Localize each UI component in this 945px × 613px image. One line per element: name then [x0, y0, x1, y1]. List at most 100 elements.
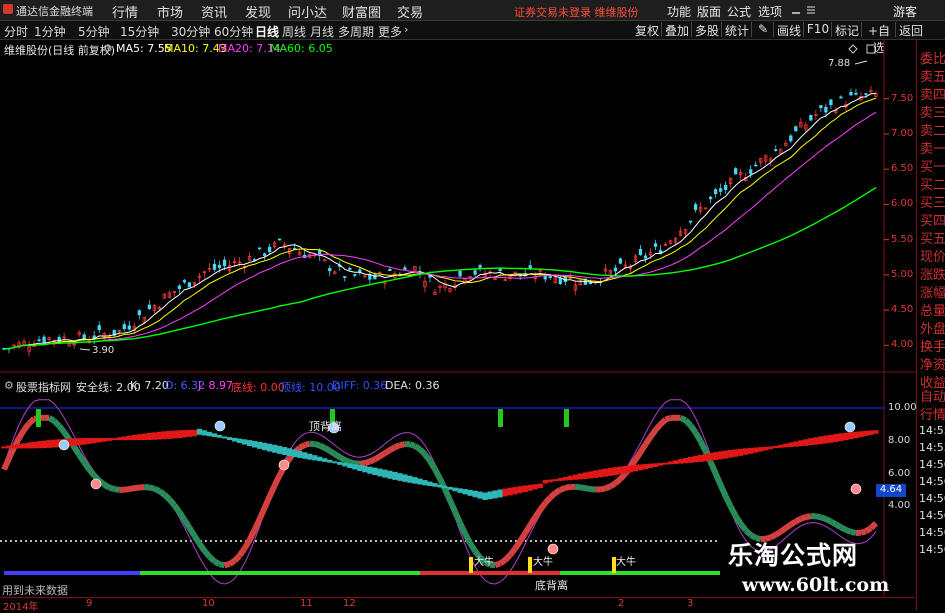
kd-band-segment	[380, 453, 385, 456]
kd-band-segment	[731, 507, 736, 516]
kd-band-segment	[786, 525, 791, 529]
candle-body	[754, 165, 757, 166]
candle-body	[148, 305, 151, 309]
kd-band-segment	[270, 485, 275, 496]
price-tick-0: 4.00	[891, 339, 913, 350]
ma10-line	[4, 98, 876, 349]
kd-band-segment	[350, 462, 355, 463]
kd-band-segment	[661, 420, 666, 424]
quote-label-1: 卖五	[920, 66, 945, 85]
candle-body	[639, 249, 642, 254]
ball-blue-2	[215, 421, 225, 431]
quote-label-9: 买四	[920, 210, 945, 229]
candle-body	[820, 106, 823, 108]
candle-body	[830, 100, 833, 105]
candle-body	[278, 239, 281, 240]
candle-body	[644, 256, 647, 258]
candle-body	[263, 254, 266, 256]
bull-bar-1	[469, 557, 473, 573]
kd-band-segment	[645, 437, 650, 445]
kd-band-segment	[385, 450, 390, 453]
kd-band-segment	[370, 459, 375, 461]
kd-band-segment	[260, 508, 265, 519]
kd-band-segment	[495, 564, 500, 566]
lower-time-5: 14:56	[919, 509, 945, 522]
kd-band-segment	[836, 524, 841, 527]
candle-body	[223, 260, 226, 266]
candle-body	[694, 205, 697, 210]
low-annotation: 3.90	[92, 345, 114, 356]
candle-body	[188, 283, 191, 287]
kd-band-segment	[806, 516, 811, 517]
quote-label-17: 净资	[920, 354, 945, 373]
price-tick-2: 5.00	[891, 269, 913, 280]
high-annotation: 7.88	[828, 58, 850, 69]
quote-label-3: 卖三	[920, 102, 945, 121]
indicator-tick-3: 10.00	[888, 402, 917, 413]
bull-label-1: 大牛	[474, 553, 494, 568]
chart-area[interactable]	[0, 0, 916, 600]
kd-band-segment	[194, 536, 199, 544]
kd-band-segment	[525, 525, 530, 533]
candle-body	[374, 275, 377, 279]
candle-body	[614, 268, 617, 271]
kd-band-segment	[305, 444, 310, 445]
ball-red-4	[851, 484, 861, 494]
quote-label-14: 总量	[920, 300, 945, 319]
candle-body	[734, 169, 737, 174]
price-tick-4: 6.00	[891, 198, 913, 209]
kd-band-segment	[29, 419, 34, 424]
kd-band-segment	[445, 489, 450, 500]
maximize-icon	[867, 45, 875, 53]
kd-band-segment	[746, 530, 751, 535]
kd-band-segment	[686, 420, 691, 425]
kd-band-segment	[59, 426, 64, 432]
month-3: 3	[687, 598, 693, 609]
kd-band-segment	[164, 495, 169, 500]
candle-body	[774, 150, 777, 151]
price-tick-1: 4.50	[891, 304, 913, 315]
signal-bar	[560, 571, 720, 575]
quote-label-5: 卖一	[920, 138, 945, 157]
kd-band-segment	[365, 462, 370, 464]
kd-band-segment	[470, 543, 475, 551]
price-tick-6: 7.00	[891, 128, 913, 139]
kd-band-segment	[565, 487, 570, 488]
buy-flag-4	[564, 409, 569, 427]
kd-band-segment	[154, 489, 159, 491]
high-arrow	[855, 61, 867, 64]
indicator-tick-0: 4.00	[888, 500, 910, 511]
candle-body	[123, 325, 126, 329]
lower-time-0: 14:55	[919, 424, 945, 437]
ball-red-1	[91, 479, 101, 489]
kd-band-segment	[425, 454, 430, 461]
candle-body	[268, 247, 271, 252]
kd-band-segment	[861, 531, 866, 533]
kd-band-segment	[515, 541, 520, 548]
quote-label-2: 卖四	[920, 84, 945, 103]
kd-band-segment	[315, 444, 320, 445]
candle-body	[654, 244, 657, 247]
kd-band-segment	[600, 488, 605, 489]
kd-band-segment	[390, 447, 395, 450]
kd-band-segment	[846, 530, 851, 532]
kd-band-segment	[726, 496, 731, 506]
candle-body	[790, 136, 793, 141]
kd-band-segment	[681, 418, 686, 420]
kd-band-segment	[219, 564, 224, 565]
bull-label-2: 大牛	[533, 553, 553, 568]
kd-band-segment	[520, 533, 525, 541]
kd-band-segment	[209, 557, 214, 562]
kd-band-segment	[109, 487, 114, 489]
kd-band-segment	[199, 544, 204, 551]
lower-time-7: 14:56	[919, 543, 945, 556]
candle-body	[709, 197, 712, 199]
kd-band-segment	[420, 449, 425, 454]
kd-band-segment	[620, 474, 625, 479]
kd-band-segment	[580, 487, 585, 488]
kd-band-segment	[360, 463, 365, 464]
signal-bar	[4, 571, 140, 575]
kd-band-segment	[415, 446, 420, 449]
kd-band-segment	[84, 462, 89, 469]
quote-label-0: 委比	[920, 48, 945, 67]
